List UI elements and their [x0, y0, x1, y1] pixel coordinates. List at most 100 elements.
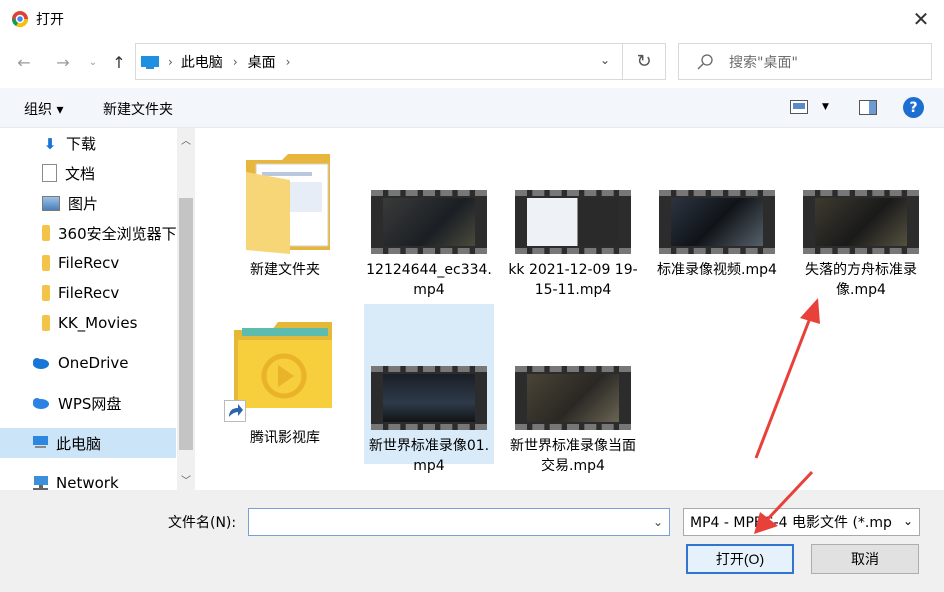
file-name: 12124644_ec334.mp4	[366, 262, 492, 298]
file-name: 标准录像视频.mp4	[657, 262, 777, 278]
network-icon	[33, 476, 48, 490]
video-thumbnail-icon	[371, 190, 487, 254]
sidebar-scroll-thumb[interactable]	[179, 198, 193, 450]
close-button[interactable]: ✕	[904, 4, 938, 34]
refresh-button[interactable]: ↻	[623, 43, 666, 80]
sidebar-item-label: 此电脑	[56, 434, 102, 453]
sidebar-item-label: 文档	[65, 164, 96, 183]
file-item-new-world-01[interactable]: 新世界标准录像01.mp4	[364, 304, 494, 474]
search-box[interactable]: 搜索"桌面"	[678, 43, 932, 80]
file-name: 新世界标准录像当面交易.mp4	[510, 438, 636, 474]
filename-input[interactable]	[248, 508, 670, 536]
dialog-footer	[0, 490, 944, 592]
shortcut-arrow-icon	[224, 400, 246, 422]
file-item-tencent-video-library[interactable]: 腾讯影视库	[220, 304, 350, 464]
chrome-icon	[11, 11, 29, 28]
filename-label: 文件名(N):	[168, 515, 237, 531]
file-name: 失落的方舟标准录像.mp4	[805, 262, 917, 298]
folder-icon	[42, 285, 50, 301]
file-item-lost-ark-recording[interactable]: 失落的方舟标准录像.mp4	[796, 128, 926, 298]
sidebar-item-downloads[interactable]: ⬇ 下载 📌	[0, 128, 176, 158]
folder-icon	[246, 154, 330, 254]
folder-icon	[42, 255, 50, 271]
organize-menu[interactable]: 组织 ▾	[24, 99, 63, 119]
file-item-12124644[interactable]: 12124644_ec334.mp4	[364, 128, 494, 298]
chevron-down-icon: ▼	[822, 102, 829, 112]
breadcrumb-separator: ›	[232, 54, 238, 69]
breadcrumb-separator: ›	[168, 54, 173, 69]
sidebar-item-this-pc[interactable]: 此电脑	[0, 428, 176, 458]
sidebar-item-label: Network	[56, 474, 119, 490]
cancel-button[interactable]: 取消	[811, 544, 919, 574]
file-type-value: MP4 - MPEG-4 电影文件 (*.mp	[690, 515, 892, 531]
document-icon	[42, 164, 57, 182]
chevron-down-icon[interactable]: ⌄	[600, 53, 610, 67]
scroll-down-icon[interactable]: ﹀	[177, 468, 195, 490]
folder-icon	[42, 315, 50, 331]
file-item-new-world-trade[interactable]: 新世界标准录像当面交易.mp4	[508, 304, 638, 474]
close-icon: ✕	[912, 7, 930, 31]
sidebar-item-label: KK_Movies	[58, 314, 138, 332]
video-thumbnail-icon	[803, 190, 919, 254]
file-name: 新世界标准录像01.mp4	[368, 438, 490, 474]
filename-history-dropdown[interactable]: ⌄	[646, 509, 670, 535]
breadcrumb-desktop[interactable]: 桌面	[248, 52, 276, 72]
video-thumbnail-icon	[371, 366, 487, 430]
sidebar-item-label: 下载	[66, 134, 97, 153]
address-bar[interactable]: › 此电脑 › 桌面 › ⌄	[135, 43, 623, 80]
video-thumbnail-icon	[659, 190, 775, 254]
sidebar-item-label: 图片	[68, 194, 99, 213]
chevron-down-icon: ⌄	[88, 56, 98, 68]
sidebar-item-filerecv-2[interactable]: FileRecv	[0, 278, 176, 308]
open-button[interactable]: 打开(O)	[686, 544, 794, 574]
recent-locations-button[interactable]: ⌄	[80, 49, 106, 75]
view-image-icon	[790, 100, 808, 114]
chevron-down-icon: ⌄	[652, 515, 664, 529]
chevron-down-icon: ⌄	[902, 514, 913, 528]
sidebar-item-pictures[interactable]: 图片 📌	[0, 188, 176, 218]
arrow-up-icon: ↑	[112, 52, 126, 72]
file-type-select[interactable]: MP4 - MPEG-4 电影文件 (*.mp ⌄	[683, 508, 920, 536]
refresh-icon: ↻	[636, 51, 652, 72]
sidebar-item-network[interactable]: Network	[0, 468, 176, 490]
cloud-icon	[33, 358, 49, 369]
sidebar-item-label: WPS网盘	[58, 394, 122, 413]
navigation-pane: ⬇ 下载 📌 文档 📌 图片 📌 360安全浏览器下 FileRecv File…	[0, 128, 176, 490]
search-input[interactable]: 搜索"桌面"	[729, 52, 798, 72]
file-item-kk-2021[interactable]: kk 2021-12-09 19-15-11.mp4	[508, 128, 638, 298]
scroll-up-icon[interactable]: ︿	[177, 128, 195, 150]
download-arrow-icon: ⬇	[43, 135, 57, 153]
folder-icon	[42, 225, 50, 241]
preview-pane-icon[interactable]	[859, 100, 877, 115]
sidebar-item-onedrive[interactable]: OneDrive	[0, 348, 176, 378]
video-thumbnail-icon	[515, 366, 631, 430]
breadcrumb-this-pc[interactable]: 此电脑	[181, 52, 223, 72]
sidebar-item-label: FileRecv	[58, 254, 120, 272]
title-bar: 打开 ✕	[0, 0, 944, 38]
sidebar-item-label: OneDrive	[58, 354, 129, 372]
pc-icon	[141, 55, 159, 69]
search-icon	[697, 53, 713, 69]
file-item-standard-recording[interactable]: 标准录像视频.mp4	[652, 128, 782, 288]
file-name: kk 2021-12-09 19-15-11.mp4	[508, 262, 638, 298]
tencent-video-folder-icon	[234, 322, 332, 408]
video-thumbnail-icon	[515, 190, 631, 254]
arrow-left-icon: ←	[17, 52, 31, 72]
back-button[interactable]: ←	[11, 49, 37, 75]
sidebar-item-360-browser[interactable]: 360安全浏览器下	[0, 218, 176, 248]
sidebar-item-documents[interactable]: 文档 📌	[0, 158, 176, 188]
forward-button[interactable]: →	[50, 49, 76, 75]
arrow-right-icon: →	[56, 52, 70, 72]
up-button[interactable]: ↑	[106, 49, 132, 75]
file-item-new-folder[interactable]: 新建文件夹	[220, 148, 350, 308]
sidebar-item-filerecv-1[interactable]: FileRecv	[0, 248, 176, 278]
new-folder-button[interactable]: 新建文件夹	[103, 99, 173, 119]
file-name: 腾讯影视库	[250, 430, 320, 446]
sidebar-item-kk-movies[interactable]: KK_Movies	[0, 308, 176, 338]
help-icon[interactable]: ?	[903, 97, 924, 118]
view-options-button[interactable]: ▼	[790, 100, 829, 114]
sidebar-item-label: FileRecv	[58, 284, 120, 302]
cloud-icon	[33, 398, 49, 409]
sidebar-item-wps-drive[interactable]: WPS网盘	[0, 388, 176, 418]
pictures-icon	[42, 195, 60, 211]
